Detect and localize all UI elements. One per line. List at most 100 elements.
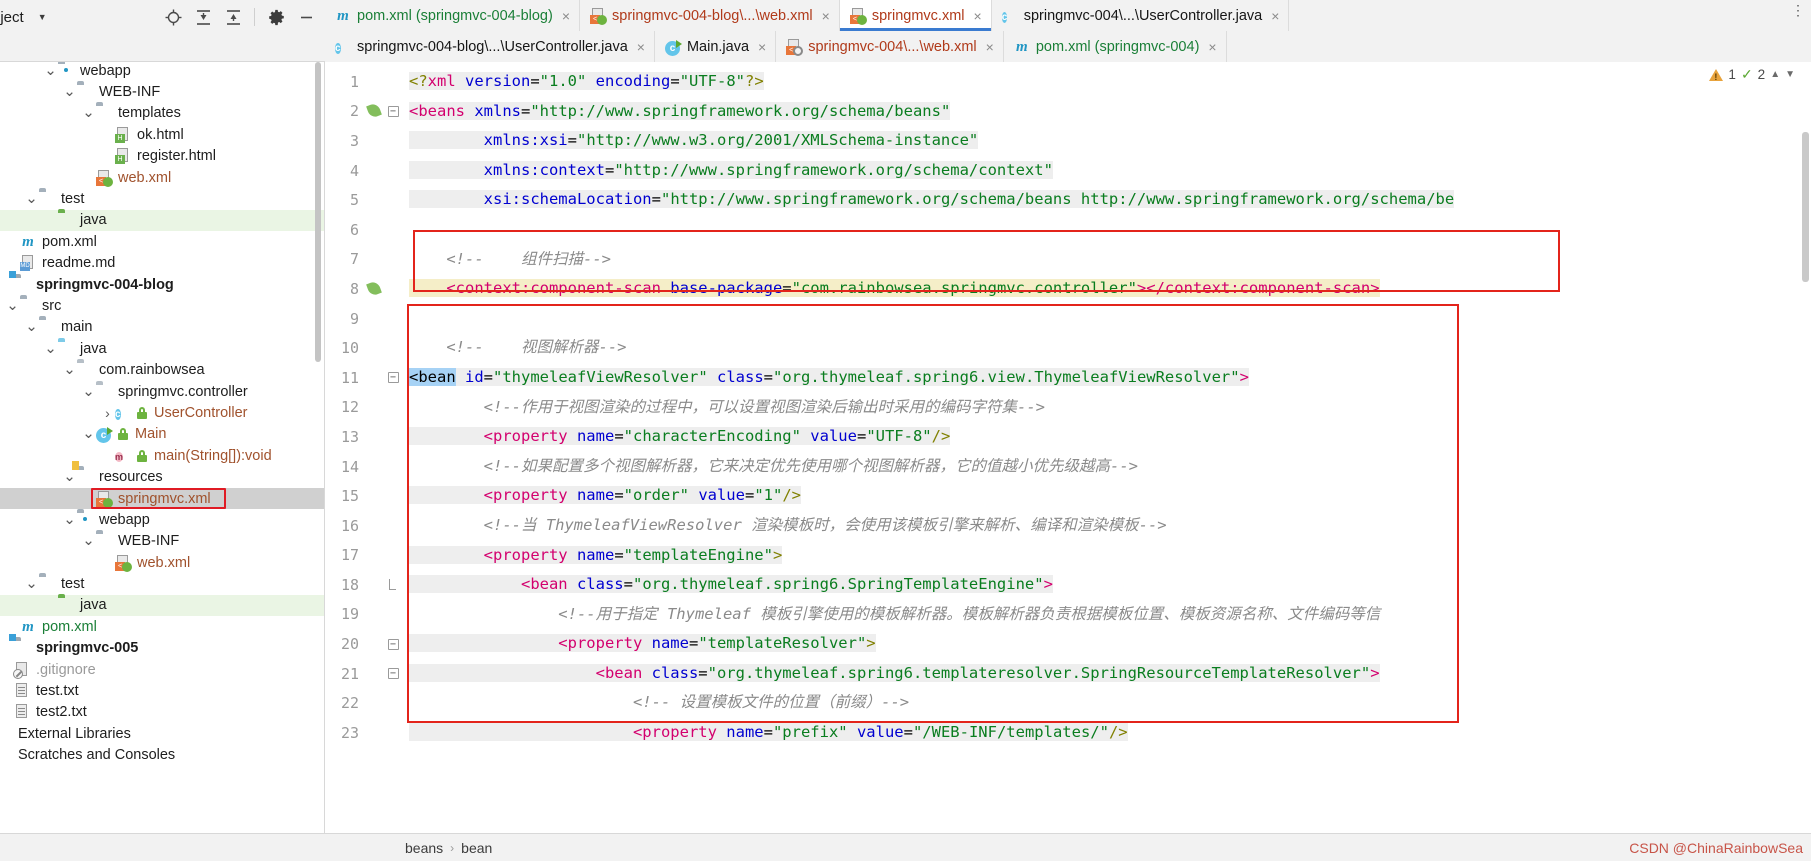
- code-line[interactable]: xmlns:xsi="http://www.w3.org/2001/XMLSch…: [409, 126, 1811, 156]
- chevron-down-icon[interactable]: ▼: [38, 12, 47, 22]
- chevron-down-icon[interactable]: ⌄: [82, 533, 95, 548]
- tree-item[interactable]: ⌄ main: [0, 317, 324, 338]
- close-icon[interactable]: ×: [1271, 8, 1279, 24]
- tree-item[interactable]: ⌄ resources: [0, 466, 324, 487]
- code-content[interactable]: <?xml version="1.0" encoding="UTF-8"?> <b…: [409, 62, 1811, 833]
- tree-item[interactable]: .gitignore: [0, 659, 324, 680]
- editor-gutter[interactable]: 1 2−3 4 5 6 7 8 9 10 11−12 13 14 15 16 17 18 19 20−21−22 2…: [325, 62, 409, 833]
- code-line[interactable]: <context:component-scan base-package="co…: [409, 274, 1811, 304]
- editor-tab[interactable]: < springmvc.xml ×: [839, 0, 992, 31]
- tree-item[interactable]: ⌄ webapp: [0, 509, 324, 530]
- tree-item[interactable]: test.txt: [0, 680, 324, 701]
- chevron-down-icon[interactable]: ⌄: [25, 319, 38, 334]
- code-line[interactable]: <?xml version="1.0" encoding="UTF-8"?>: [409, 67, 1811, 97]
- tree-item[interactable]: ⌄ WEB-INF: [0, 81, 324, 102]
- fold-collapse-icon[interactable]: −: [387, 372, 399, 384]
- editor-tab[interactable]: c Main.java ×: [654, 31, 777, 62]
- close-icon[interactable]: ×: [758, 39, 766, 55]
- editor-tab[interactable]: m pom.xml (springmvc-004-blog) ×: [325, 0, 580, 31]
- code-line[interactable]: xsi:schemaLocation="http://www.springfra…: [409, 185, 1811, 215]
- settings-gear-icon[interactable]: [267, 8, 285, 26]
- close-icon[interactable]: ×: [986, 39, 994, 55]
- editor-tab[interactable]: < springmvc-004-blog\...\web.xml ×: [580, 0, 840, 31]
- editor-tab[interactable]: c springmvc-004\...\UserController.java ×: [991, 0, 1290, 31]
- code-editor[interactable]: 1 2−3 4 5 6 7 8 9 10 11−12 13 14 15 16 17 18 19 20−21−22 2…: [325, 62, 1811, 833]
- chevron-down-icon[interactable]: ⌄: [63, 362, 76, 377]
- fold-control[interactable]: −: [385, 372, 401, 384]
- project-tree-scrollbar[interactable]: [315, 62, 321, 362]
- fold-control[interactable]: [385, 579, 401, 591]
- chevron-down-icon[interactable]: ⌄: [6, 298, 19, 313]
- code-line[interactable]: [409, 304, 1811, 334]
- fold-control[interactable]: −: [385, 668, 401, 680]
- breadcrumb-item-beans[interactable]: beans: [405, 840, 443, 856]
- editor-scrollbar[interactable]: [1802, 132, 1809, 282]
- close-icon[interactable]: ×: [1208, 39, 1216, 55]
- tree-item[interactable]: Scratches and Consoles: [0, 745, 324, 766]
- code-line[interactable]: <property name="templateEngine">: [409, 541, 1811, 571]
- fold-collapse-icon[interactable]: −: [387, 105, 399, 117]
- fold-collapse-icon[interactable]: −: [387, 668, 399, 680]
- close-icon[interactable]: ×: [637, 39, 645, 55]
- chevron-up-icon[interactable]: ▲: [1770, 69, 1780, 80]
- fold-collapse-icon[interactable]: −: [387, 638, 399, 650]
- tree-item[interactable]: ⌄ springmvc.controller: [0, 381, 324, 402]
- close-icon[interactable]: ×: [974, 8, 982, 24]
- code-line[interactable]: [409, 215, 1811, 245]
- code-line[interactable]: <property name="characterEncoding" value…: [409, 422, 1811, 452]
- tree-item[interactable]: m pom.xml: [0, 231, 324, 252]
- tree-item[interactable]: springmvc-005: [0, 638, 324, 659]
- chevron-down-icon[interactable]: ⌄: [25, 576, 38, 591]
- breadcrumb[interactable]: beans › bean: [325, 840, 492, 856]
- code-line[interactable]: <bean class="org.thymeleaf.spring6.Sprin…: [409, 570, 1811, 600]
- tree-item[interactable]: ⌄ templates: [0, 103, 324, 124]
- chevron-down-icon[interactable]: ⌄: [82, 105, 95, 120]
- code-line[interactable]: <!-- 组件扫描-->: [409, 245, 1811, 275]
- code-line[interactable]: <!--如果配置多个视图解析器，它来决定优先使用哪个视图解析器，它的值越小优先级…: [409, 452, 1811, 482]
- code-line[interactable]: <bean class="org.thymeleaf.spring6.templ…: [409, 659, 1811, 689]
- code-line[interactable]: xmlns:context="http://www.springframewor…: [409, 156, 1811, 186]
- editor-tab[interactable]: < springmvc-004\...\web.xml ×: [776, 31, 1004, 62]
- collapse-all-icon[interactable]: [224, 8, 242, 26]
- code-line[interactable]: <!--当 ThymeleafViewResolver 渲染模板时，会使用该模板…: [409, 511, 1811, 541]
- spring-bean-icon[interactable]: [366, 281, 382, 297]
- breadcrumb-item-bean[interactable]: bean: [461, 840, 492, 856]
- tree-item[interactable]: < springmvc.xml: [0, 487, 324, 510]
- tree-item[interactable]: MD readme.md: [0, 253, 324, 274]
- tree-item[interactable]: ⌄ java: [0, 338, 324, 359]
- fold-control[interactable]: −: [385, 105, 401, 117]
- chevron-down-icon[interactable]: ⌄: [25, 191, 38, 206]
- tree-item[interactable]: External Libraries: [0, 723, 324, 744]
- tree-item[interactable]: › c UserController: [0, 402, 324, 423]
- expand-all-icon[interactable]: [194, 8, 212, 26]
- code-line[interactable]: <!--用于指定 Thymeleaf 模板引擎使用的模板解析器。模板解析器负责根…: [409, 600, 1811, 630]
- code-line[interactable]: <bean id="thymeleafViewResolver" class="…: [409, 363, 1811, 393]
- code-line[interactable]: <!-- 设置模板文件的位置（前缀）-->: [409, 688, 1811, 718]
- code-line[interactable]: <beans xmlns="http://www.springframework…: [409, 97, 1811, 127]
- close-icon[interactable]: ×: [562, 8, 570, 24]
- tree-item[interactable]: java: [0, 594, 324, 617]
- chevron-down-icon[interactable]: ▼: [1785, 69, 1795, 80]
- tree-item[interactable]: m pom.xml: [0, 616, 324, 637]
- code-line[interactable]: <!-- 视图解析器-->: [409, 333, 1811, 363]
- chevron-down-icon[interactable]: ⌄: [82, 384, 95, 399]
- chevron-down-icon[interactable]: ⌄: [44, 341, 57, 356]
- code-line[interactable]: <property name="templateResolver">: [409, 629, 1811, 659]
- tree-item[interactable]: < web.xml: [0, 552, 324, 573]
- inspection-widget[interactable]: 1 ✓ 2 ▲ ▼: [1709, 66, 1795, 83]
- close-icon[interactable]: ×: [822, 8, 830, 24]
- hide-panel-icon[interactable]: [297, 8, 315, 26]
- more-options-icon[interactable]: ⋮: [1791, 3, 1805, 17]
- project-tree[interactable]: ⌄ webapp ⌄ WEB-INF ⌄ templates Hok.html Hregist…: [0, 62, 325, 833]
- tree-item[interactable]: ⌄ c Main: [0, 424, 324, 445]
- editor-tab[interactable]: c springmvc-004-blog\...\UserController.j…: [325, 31, 655, 62]
- tree-item[interactable]: ⌄ test: [0, 573, 324, 594]
- locate-icon[interactable]: [164, 8, 182, 26]
- code-line[interactable]: <property name="prefix" value="/WEB-INF/…: [409, 718, 1811, 748]
- chevron-down-icon[interactable]: ⌄: [44, 63, 57, 78]
- tree-item[interactable]: ⌄ com.rainbowsea: [0, 359, 324, 380]
- tree-item[interactable]: test2.txt: [0, 702, 324, 723]
- code-line[interactable]: <!--作用于视图渲染的过程中，可以设置视图渲染后输出时采用的编码字符集-->: [409, 393, 1811, 423]
- tree-item[interactable]: Hok.html: [0, 124, 324, 145]
- chevron-down-icon[interactable]: ⌄: [63, 469, 76, 484]
